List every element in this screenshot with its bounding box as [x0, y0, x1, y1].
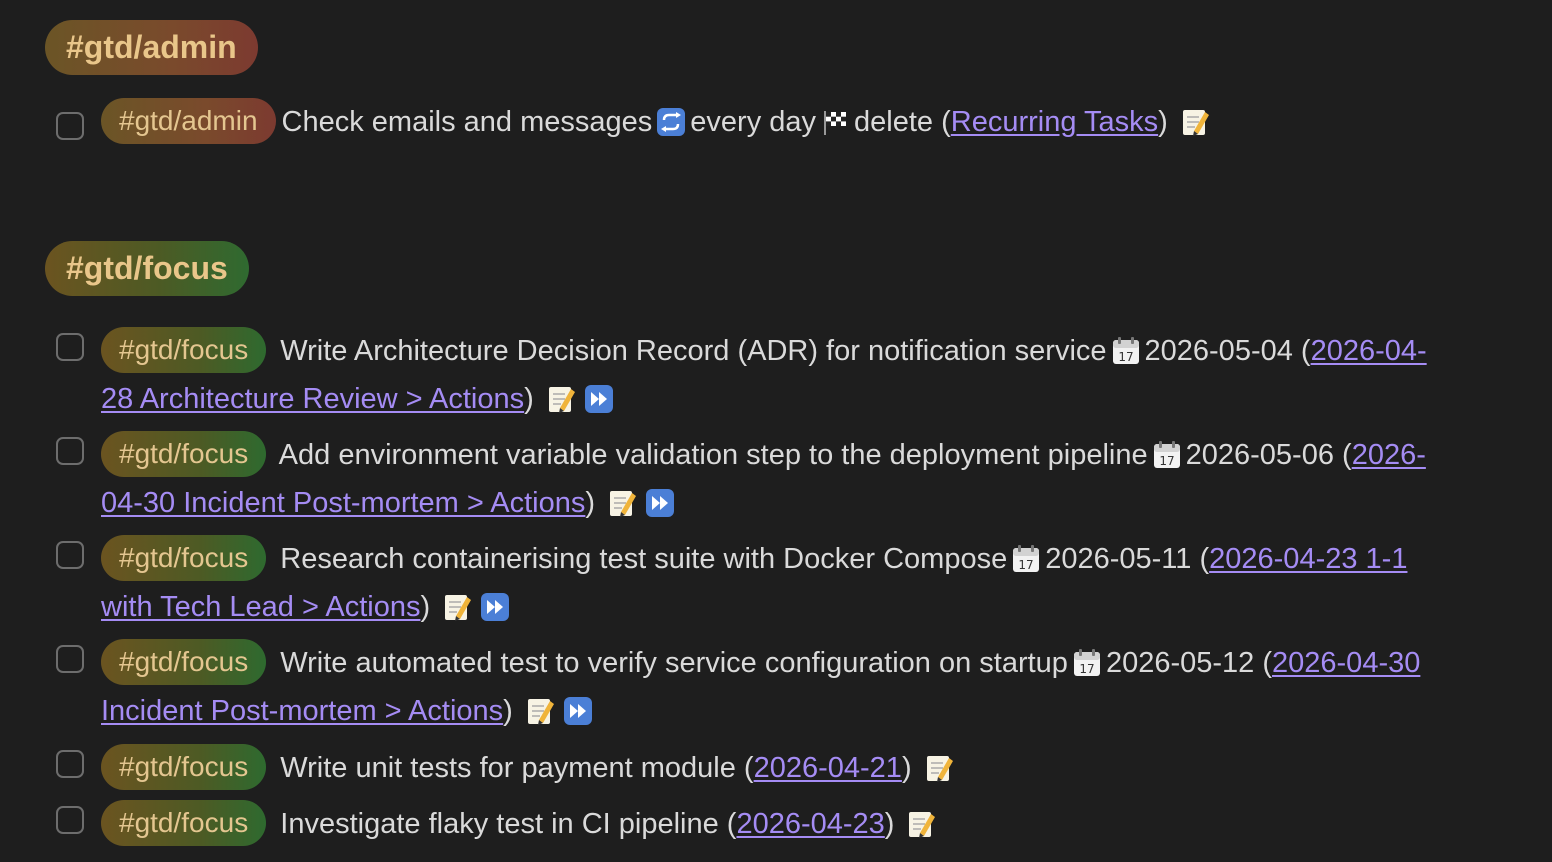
- fast-forward-icon[interactable]: [480, 592, 510, 622]
- calendar-icon: [1072, 648, 1102, 678]
- section-heading-admin[interactable]: #gtd/admin: [45, 20, 258, 75]
- task-description: Write automated test to verify service c…: [280, 647, 1068, 679]
- memo-pencil-icon[interactable]: [546, 384, 576, 414]
- memo-pencil-icon[interactable]: [525, 696, 555, 726]
- calendar-icon: [1111, 336, 1141, 366]
- task-checkbox[interactable]: [56, 645, 84, 673]
- section-heading-focus[interactable]: #gtd/focus: [45, 241, 249, 296]
- task-description: Research containerising test suite with …: [280, 543, 1008, 575]
- task-source-link[interactable]: 2026-04-21: [754, 752, 902, 784]
- due-date: 2026-05-12: [1105, 647, 1255, 679]
- task-description: Check emails and messages: [281, 106, 653, 138]
- task-tag[interactable]: #gtd/focus: [101, 744, 267, 790]
- task-tag[interactable]: #gtd/focus: [101, 800, 267, 846]
- fast-forward-icon[interactable]: [563, 696, 593, 726]
- memo-pencil-icon[interactable]: [906, 809, 936, 839]
- task-tag[interactable]: #gtd/focus: [101, 327, 267, 373]
- task-tag[interactable]: #gtd/focus: [101, 639, 267, 685]
- task-text: #gtd/focus Write automated test to verif…: [101, 639, 1451, 735]
- calendar-icon: [1152, 440, 1182, 470]
- task-text: #gtd/focus Research containerising test …: [101, 535, 1451, 631]
- task-checkbox[interactable]: [56, 750, 84, 778]
- due-date: 2026-05-04: [1144, 335, 1293, 367]
- recurrence-text: every day: [690, 106, 817, 138]
- task-text: #gtd/focus Investigate flaky test in CI …: [101, 800, 1451, 848]
- task-checkbox[interactable]: [56, 437, 84, 465]
- task-checkbox[interactable]: [56, 806, 84, 834]
- task-description: Add environment variable validation step…: [278, 439, 1148, 471]
- task-source-link[interactable]: 2026-04-23: [736, 808, 884, 840]
- task-checkbox[interactable]: [56, 333, 84, 361]
- task-text: #gtd/focus Write unit tests for payment …: [101, 744, 1451, 792]
- task-tag[interactable]: #gtd/focus: [101, 535, 267, 581]
- task-checkbox[interactable]: [56, 112, 84, 140]
- repeat-icon: [656, 107, 686, 137]
- fast-forward-icon[interactable]: [584, 384, 614, 414]
- task-text: #gtd/focus Write Architecture Decision R…: [101, 327, 1451, 423]
- memo-pencil-icon[interactable]: [1180, 107, 1210, 137]
- task-tag[interactable]: #gtd/admin: [101, 98, 276, 144]
- task-text: #gtd/admin Check emails and messages every…: [101, 98, 1451, 146]
- task-source-link[interactable]: Recurring Tasks: [951, 106, 1158, 138]
- task-checkbox[interactable]: [56, 541, 84, 569]
- on-completion-text: delete: [854, 106, 934, 138]
- memo-pencil-icon[interactable]: [924, 753, 954, 783]
- memo-pencil-icon[interactable]: [442, 592, 472, 622]
- due-date: 2026-05-06: [1185, 439, 1334, 471]
- task-description: Investigate flaky test in CI pipeline: [280, 808, 719, 840]
- memo-pencil-icon[interactable]: [607, 488, 637, 518]
- calendar-icon: [1011, 544, 1041, 574]
- task-text: #gtd/focus Add environment variable vali…: [101, 431, 1451, 527]
- fast-forward-icon[interactable]: [645, 488, 675, 518]
- due-date: 2026-05-11: [1045, 543, 1192, 575]
- task-description: Write unit tests for payment module: [280, 752, 736, 784]
- task-tag[interactable]: #gtd/focus: [101, 431, 267, 477]
- task-description: Write Architecture Decision Record (ADR)…: [280, 335, 1107, 367]
- checkered-flag-icon: [820, 107, 850, 137]
